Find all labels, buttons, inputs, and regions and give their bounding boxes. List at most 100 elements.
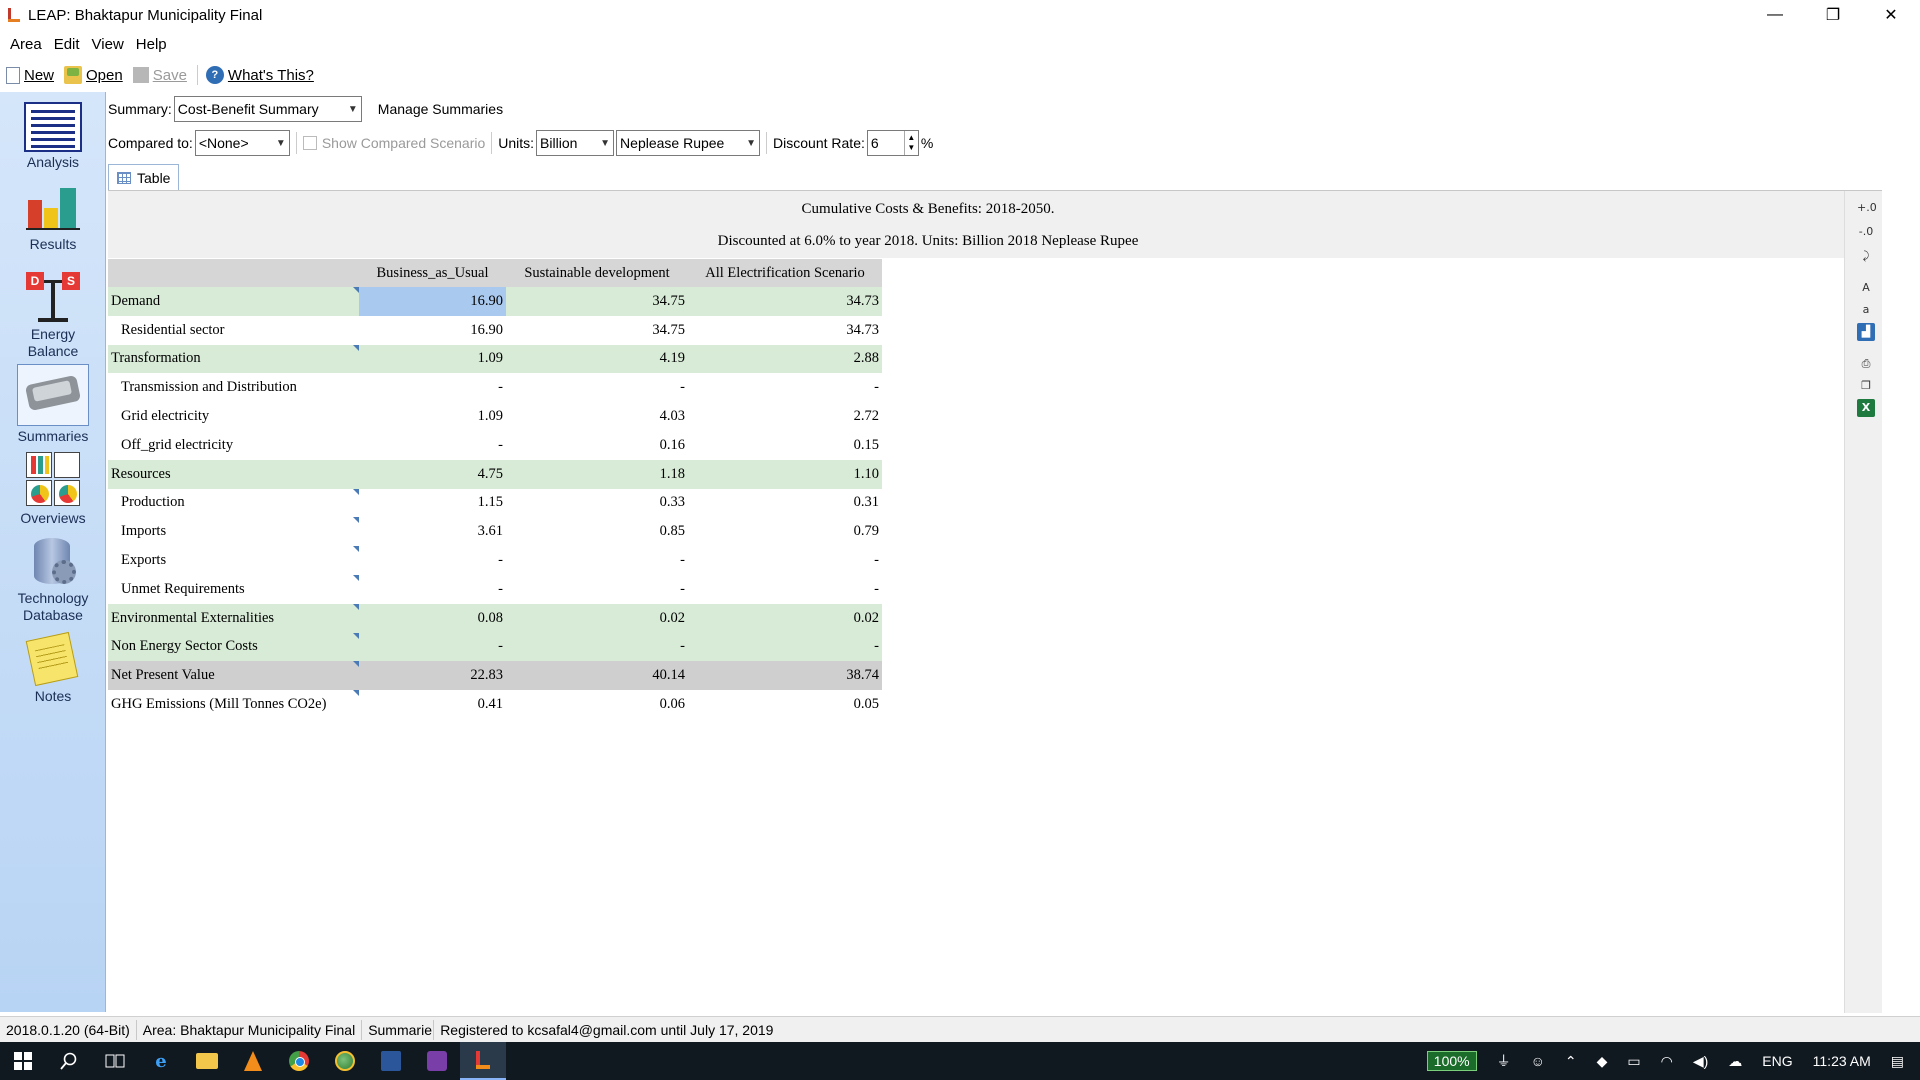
font-smaller-icon[interactable]: a — [1857, 301, 1875, 319]
volume-icon[interactable]: ◀) — [1693, 1053, 1708, 1070]
table-cell[interactable]: 4.19 — [506, 344, 688, 374]
taskbar-app[interactable] — [414, 1042, 460, 1080]
taskbar-edge[interactable]: e — [138, 1042, 184, 1080]
table-cell[interactable]: 1.15 — [359, 489, 506, 518]
menu-view[interactable]: View — [86, 36, 130, 53]
row-label[interactable]: Exports — [108, 546, 359, 575]
row-label[interactable]: Non Energy Sector Costs — [108, 632, 359, 662]
cloud-icon[interactable]: ☁ — [1728, 1053, 1742, 1070]
units-select[interactable]: Billion ▼ — [536, 130, 615, 156]
table-cell[interactable]: - — [506, 575, 688, 604]
taskbar-vlc[interactable] — [230, 1042, 276, 1080]
table-cell[interactable]: 0.05 — [688, 690, 882, 719]
copy-icon[interactable]: ❐ — [1857, 377, 1875, 395]
manage-summaries-button[interactable]: Manage Summaries — [372, 96, 509, 122]
table-cell[interactable]: - — [688, 632, 882, 662]
table-cell[interactable]: 34.75 — [506, 287, 688, 316]
taskbar-earth[interactable] — [322, 1042, 368, 1080]
column-header[interactable]: All Electrification Scenario — [688, 259, 882, 287]
table-cell[interactable]: 0.06 — [506, 690, 688, 719]
table-cell[interactable]: 4.75 — [359, 459, 506, 489]
row-label[interactable]: Environmental Externalities — [108, 603, 359, 633]
sidebar-item-energy-balance[interactable]: DS Energy Balance — [0, 270, 106, 360]
excel-icon[interactable]: X — [1857, 399, 1875, 417]
table-cell[interactable]: - — [359, 546, 506, 575]
print-icon[interactable]: ⎙ — [1857, 355, 1875, 373]
menu-help[interactable]: Help — [130, 36, 173, 53]
menu-area[interactable]: Area — [4, 36, 48, 53]
tab-table[interactable]: Table — [108, 164, 180, 190]
table-cell[interactable]: 0.02 — [688, 603, 882, 633]
table-cell[interactable]: 2.88 — [688, 344, 882, 374]
table-cell[interactable]: 16.90 — [359, 316, 506, 345]
table-cell[interactable]: 34.75 — [506, 316, 688, 345]
open-button[interactable]: Open — [64, 66, 123, 84]
font-larger-icon[interactable]: A — [1857, 279, 1875, 297]
row-label[interactable]: Grid electricity — [108, 402, 359, 431]
row-label[interactable]: Demand — [108, 287, 359, 316]
sidebar-item-summaries[interactable]: Summaries — [0, 364, 106, 444]
row-label[interactable]: Imports — [108, 517, 359, 546]
table-cell[interactable]: - — [688, 373, 882, 402]
wrap-icon[interactable]: ⤸ — [1857, 247, 1875, 265]
taskbar-chrome[interactable] — [276, 1042, 322, 1080]
sidebar-item-results[interactable]: Results — [0, 184, 106, 252]
taskbar-leap[interactable] — [460, 1042, 506, 1080]
table-cell[interactable]: 1.10 — [688, 459, 882, 489]
dropbox-icon[interactable]: ◆ — [1597, 1053, 1608, 1070]
table-cell[interactable]: - — [359, 632, 506, 662]
table-cell[interactable]: 40.14 — [506, 661, 688, 691]
discount-rate-spinner[interactable]: 6 ▲ ▼ — [866, 130, 919, 156]
close-button[interactable]: ✕ — [1862, 0, 1920, 30]
table-cell[interactable]: 2.72 — [688, 402, 882, 431]
table-cell[interactable]: 0.16 — [506, 431, 688, 460]
table-cell[interactable]: 0.85 — [506, 517, 688, 546]
save-button[interactable]: Save — [132, 67, 187, 84]
start-button[interactable] — [0, 1042, 46, 1080]
sidebar-item-technology-database[interactable]: Technology Database — [0, 532, 106, 624]
table-cell[interactable]: 0.15 — [688, 431, 882, 460]
notifications-icon[interactable]: ▤ — [1891, 1053, 1904, 1070]
table-cell[interactable]: 0.33 — [506, 489, 688, 518]
search-button[interactable] — [46, 1042, 92, 1080]
table-cell[interactable]: 1.09 — [359, 402, 506, 431]
column-header[interactable]: Sustainable development — [506, 259, 688, 287]
column-header[interactable]: Business_as_Usual — [359, 259, 506, 287]
table-cell[interactable]: - — [506, 632, 688, 662]
chevron-up-icon[interactable]: ⌃ — [1565, 1053, 1577, 1070]
sidebar-item-notes[interactable]: Notes — [0, 631, 106, 704]
taskbar-word[interactable] — [368, 1042, 414, 1080]
table-cell[interactable]: 1.09 — [359, 344, 506, 374]
table-cell[interactable]: - — [359, 373, 506, 402]
battery-icon[interactable]: ▭ — [1627, 1053, 1640, 1070]
table-cell[interactable]: 0.79 — [688, 517, 882, 546]
sidebar-item-overviews[interactable]: Overviews — [0, 450, 106, 526]
row-label[interactable]: GHG Emissions (Mill Tonnes CO2e) — [108, 690, 359, 719]
show-compared-scenario-checkbox[interactable] — [302, 136, 317, 150]
row-label[interactable]: Unmet Requirements — [108, 574, 359, 604]
row-label[interactable]: Transformation — [108, 344, 359, 374]
table-cell[interactable]: 0.08 — [359, 603, 506, 633]
table-cell[interactable]: - — [506, 373, 688, 402]
table-cell[interactable]: - — [506, 546, 688, 575]
table-cell[interactable]: 1.18 — [506, 459, 688, 489]
spinner-arrows[interactable]: ▲ ▼ — [903, 131, 918, 155]
row-label[interactable]: Resources — [108, 459, 359, 489]
decrease-decimals-icon[interactable]: -.0 — [1857, 223, 1875, 241]
table-cell[interactable]: - — [359, 431, 506, 460]
new-button[interactable]: New — [6, 66, 54, 84]
people-icon[interactable]: ☺ — [1531, 1053, 1545, 1069]
table-cell[interactable]: 22.83 — [359, 661, 506, 691]
sidebar-item-analysis[interactable]: Analysis — [0, 102, 106, 170]
table-cell[interactable]: 34.73 — [688, 316, 882, 345]
wifi-icon[interactable]: ◠ — [1661, 1053, 1673, 1070]
task-view-button[interactable] — [92, 1042, 138, 1080]
row-label[interactable]: Transmission and Distribution — [108, 373, 359, 402]
table-cell[interactable]: 0.31 — [688, 489, 882, 518]
table-cell[interactable]: 3.61 — [359, 517, 506, 546]
row-label[interactable]: Off_grid electricity — [108, 431, 359, 460]
menu-edit[interactable]: Edit — [48, 36, 86, 53]
table-cell[interactable]: - — [688, 575, 882, 604]
table-cell[interactable]: 38.74 — [688, 661, 882, 691]
chart-icon[interactable]: ▟ — [1857, 323, 1875, 341]
